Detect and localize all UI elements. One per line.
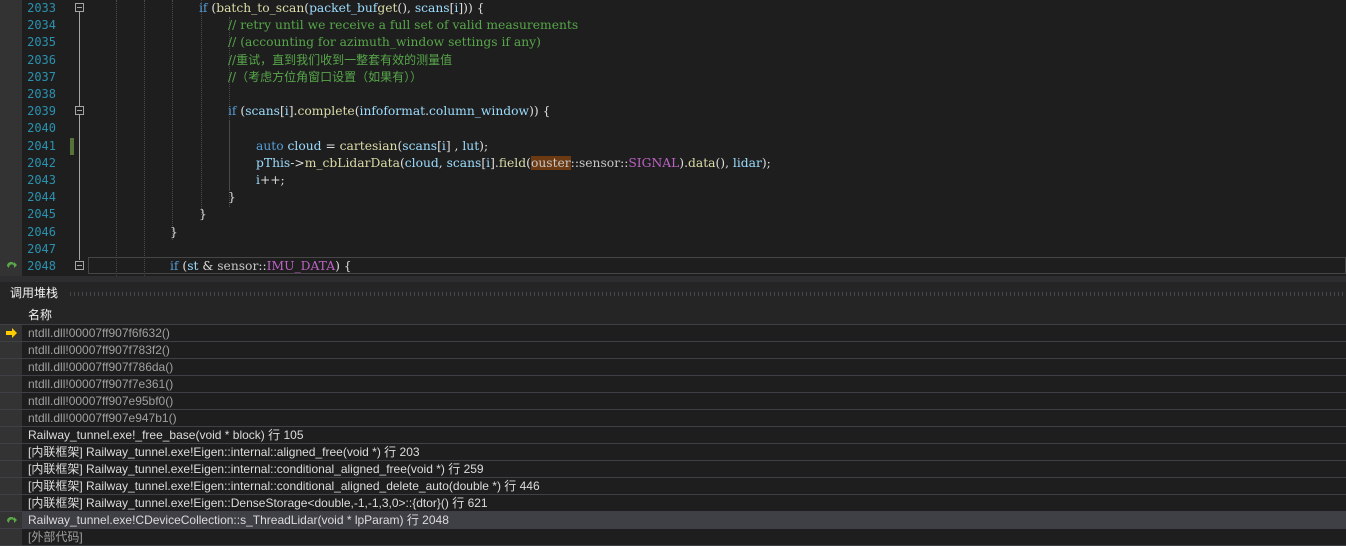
- collapse-toggle[interactable]: [75, 261, 84, 270]
- row-gutter: [0, 529, 22, 545]
- stack-frame-row[interactable]: [内联框架] Railway_tunnel.exe!Eigen::DenseSt…: [0, 495, 1346, 512]
- code-line-2033: if (batch_to_scan(packet_bufget(), scans…: [199, 1, 485, 15]
- code-line-2042: pThis->m_cbLidarData(cloud, scans[i].fie…: [256, 155, 771, 170]
- line-number: 2040: [27, 121, 56, 136]
- row-gutter: [0, 427, 22, 443]
- code-line-2044: }: [228, 190, 236, 205]
- column-header-name[interactable]: 名称: [28, 306, 52, 323]
- row-gutter: [0, 393, 22, 409]
- line-number: 2045: [27, 207, 56, 222]
- green-return-arrow-icon: [7, 516, 17, 523]
- code-comment: // (accounting for azimuth_window settin…: [228, 35, 541, 50]
- line-number: 2041: [27, 138, 56, 153]
- row-gutter: [0, 461, 22, 477]
- call-stack-panel: 调用堆栈 名称 ntdll.dll!00007ff907f6f632() ntd…: [0, 282, 1346, 546]
- fold-line: [79, 115, 80, 260]
- indent-guide: [229, 120, 230, 190]
- glyph-margin[interactable]: [0, 0, 22, 276]
- line-number: 2043: [27, 173, 56, 187]
- row-gutter: [0, 410, 22, 426]
- code-editor[interactable]: 2033 2034 2035 2036 2037 2038 2039 2040 …: [0, 0, 1346, 276]
- frame-label: ntdll.dll!00007ff907f7e361(): [28, 377, 174, 391]
- frame-label: ntdll.dll!00007ff907f6f632(): [28, 326, 170, 340]
- row-gutter: [0, 444, 22, 460]
- line-number: 2047: [27, 241, 56, 256]
- code-comment: //重试，直到我们收到一整套有效的测量值: [228, 52, 453, 67]
- stack-frame-row[interactable]: [外部代码]: [0, 529, 1346, 546]
- line-number: 2035: [27, 35, 56, 50]
- frame-label: ntdll.dll!00007ff907f786da(): [28, 360, 174, 374]
- frame-label: [内联框架] Railway_tunnel.exe!Eigen::DenseSt…: [28, 496, 488, 510]
- line-number: 2048: [27, 259, 56, 273]
- line-number: 2046: [27, 224, 56, 239]
- indent-guide: [172, 0, 173, 240]
- outlining-margin: [62, 0, 88, 276]
- yellow-arrow-icon: [6, 328, 17, 338]
- code-line-2043: i++;: [256, 173, 285, 187]
- row-gutter: [0, 342, 22, 358]
- code-area[interactable]: if (batch_to_scan(packet_bufget(), scans…: [88, 0, 1346, 276]
- frame-label: [内联框架] Railway_tunnel.exe!Eigen::interna…: [28, 445, 420, 459]
- line-number: 2034: [27, 18, 56, 33]
- line-number-gutter: 2033 2034 2035 2036 2037 2038 2039 2040 …: [22, 0, 62, 276]
- code-line-2039: if (scans[i].complete(infoformat.column_…: [228, 104, 551, 119]
- line-number: 2038: [27, 87, 56, 101]
- change-tracking-mark: [70, 138, 74, 155]
- collapse-toggle[interactable]: [75, 106, 84, 115]
- collapse-toggle[interactable]: [75, 3, 84, 12]
- line-number: 2044: [27, 190, 56, 205]
- stack-frame-row[interactable]: [内联框架] Railway_tunnel.exe!Eigen::interna…: [0, 478, 1346, 495]
- line-number: 2039: [27, 104, 56, 119]
- fold-line: [79, 12, 80, 106]
- line-number: 2037: [27, 69, 56, 84]
- indent-guide: [201, 0, 202, 215]
- frame-label: Railway_tunnel.exe!CDeviceCollection::s_…: [28, 513, 449, 527]
- stack-frame-row[interactable]: [内联框架] Railway_tunnel.exe!Eigen::interna…: [0, 461, 1346, 478]
- panel-title[interactable]: 调用堆栈: [10, 284, 58, 302]
- frame-label: [内联框架] Railway_tunnel.exe!Eigen::interna…: [28, 462, 484, 476]
- indent-guide: [144, 0, 145, 276]
- row-gutter: [0, 478, 22, 494]
- code-comment: //（考虑方位角窗口设置（如果有））: [228, 69, 423, 84]
- line-number: 2033: [27, 1, 56, 15]
- frame-label: [内联框架] Railway_tunnel.exe!Eigen::interna…: [28, 479, 540, 493]
- frame-label: ntdll.dll!00007ff907f783f2(): [28, 343, 170, 357]
- frame-label: Railway_tunnel.exe!_free_base(void * blo…: [28, 428, 304, 442]
- indent-guide: [116, 0, 117, 276]
- stack-frame-row[interactable]: ntdll.dll!00007ff907f783f2(): [0, 342, 1346, 359]
- row-gutter: [0, 376, 22, 392]
- call-return-icon: [7, 261, 17, 268]
- stack-frame-row[interactable]: [内联框架] Railway_tunnel.exe!Eigen::interna…: [0, 444, 1346, 461]
- code-line-2041: auto cloud = cartesian(scans[i] , lut);: [256, 138, 489, 153]
- code-line-2048: if (st & sensor::IMU_DATA) {: [170, 259, 352, 273]
- stack-frame-row[interactable]: ntdll.dll!00007ff907f7e361(): [0, 376, 1346, 393]
- stack-frame-row-selected[interactable]: Railway_tunnel.exe!CDeviceCollection::s_…: [0, 512, 1346, 529]
- line-number: 2042: [27, 155, 56, 170]
- column-header-row: 名称: [0, 304, 1346, 325]
- stack-frame-row[interactable]: ntdll.dll!00007ff907f6f632(): [0, 325, 1346, 342]
- panel-title-grip[interactable]: [70, 292, 1346, 296]
- frame-label: [外部代码]: [28, 530, 83, 544]
- code-line-2046: }: [170, 224, 178, 239]
- code-comment: // retry until we receive a full set of …: [228, 18, 579, 33]
- stack-frame-row[interactable]: ntdll.dll!00007ff907e95bf0(): [0, 393, 1346, 410]
- row-gutter: [0, 495, 22, 511]
- stack-frame-row[interactable]: Railway_tunnel.exe!_free_base(void * blo…: [0, 427, 1346, 444]
- frame-label: ntdll.dll!00007ff907e947b1(): [28, 411, 177, 425]
- frame-label: ntdll.dll!00007ff907e95bf0(): [28, 394, 174, 408]
- row-gutter: [0, 359, 22, 375]
- stack-frame-row[interactable]: ntdll.dll!00007ff907e947b1(): [0, 410, 1346, 427]
- code-line-2045: }: [199, 207, 207, 222]
- line-number: 2036: [27, 52, 56, 67]
- stack-frame-row[interactable]: ntdll.dll!00007ff907f786da(): [0, 359, 1346, 376]
